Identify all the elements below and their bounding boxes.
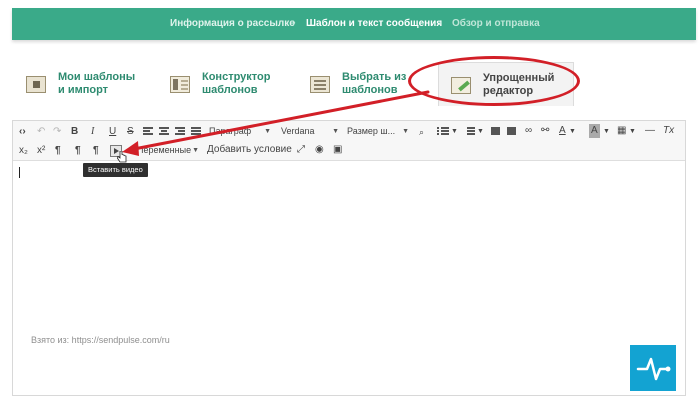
align-center-icon[interactable] — [159, 127, 169, 137]
undo-button[interactable]: ↶ — [37, 125, 45, 139]
constructor-icon — [168, 73, 192, 95]
rtl-button[interactable]: ¶ — [75, 144, 81, 158]
sendpulse-logo — [630, 345, 676, 391]
horizontal-rule-button[interactable]: — — [645, 124, 655, 138]
step-template-text[interactable]: Шаблон и текст сообщения — [306, 18, 442, 29]
template-list-icon — [308, 73, 332, 95]
tab-label: Мои шаблоны и импорт — [58, 71, 136, 96]
paragraph-select[interactable]: Параграф ▼ — [207, 124, 273, 139]
caret-down-icon[interactable]: ▼ — [451, 125, 458, 139]
outdent-icon[interactable] — [491, 127, 501, 137]
underline-button[interactable]: U — [109, 125, 116, 139]
clear-format-button[interactable]: Tx — [663, 124, 674, 138]
page-frame: Информация о рассылке › Шаблон и текст с… — [0, 0, 700, 405]
import-icon — [24, 73, 48, 95]
bold-button[interactable]: B — [71, 125, 78, 139]
align-justify-icon[interactable] — [191, 127, 201, 137]
editor-content-area[interactable]: Взято из: https://sendpulse.com/ru — [13, 162, 685, 395]
source-caption: Взято из: https://sendpulse.com/ru — [31, 335, 170, 345]
font-size-select[interactable]: Размер ш... ▼ — [345, 124, 411, 139]
tab-label: Выбрать из шаблонов — [342, 71, 407, 96]
find-icon[interactable]: ⌕ — [419, 125, 424, 139]
caret-down-icon: ▼ — [264, 128, 271, 135]
caret-down-icon: ▼ — [402, 128, 409, 135]
link-icon[interactable]: ∞ — [525, 124, 532, 138]
caret-down-icon: ▼ — [192, 147, 199, 154]
preview-eye-icon[interactable]: ◉ — [315, 143, 324, 157]
editor-toolbar: ‹› ↶ ↷ B I U S Параграф ▼ Verdana ▼ Разм… — [13, 121, 685, 161]
caret-down-icon[interactable]: ▼ — [603, 125, 610, 139]
superscript-button[interactable]: x² — [37, 144, 45, 158]
redo-button[interactable]: ↷ — [53, 125, 61, 139]
variables-select[interactable]: Переменные ▼ — [135, 143, 201, 158]
bullet-list-icon[interactable] — [437, 127, 451, 137]
font-family-select[interactable]: Verdana ▼ — [279, 124, 341, 139]
unlink-icon[interactable]: ⚯ — [541, 124, 549, 138]
tab-label: Конструктор шаблонов — [202, 71, 271, 96]
hand-cursor-icon — [117, 151, 127, 163]
caret-down-icon[interactable]: ▼ — [477, 125, 484, 139]
align-left-icon[interactable] — [143, 127, 153, 137]
chevron-right-icon: › — [438, 17, 442, 29]
caret-down-icon[interactable]: ▼ — [629, 125, 636, 139]
highlight-ellipse — [408, 56, 580, 106]
show-blocks-button[interactable]: ¶ — [93, 144, 99, 158]
chevron-right-icon: › — [292, 17, 296, 29]
align-right-icon[interactable] — [175, 127, 185, 137]
fullscreen-icon[interactable]: ⤢ — [297, 143, 305, 157]
editor-tabs: Мои шаблоны и импорт Конструктор шаблонов … — [12, 62, 684, 108]
subscript-button[interactable]: x₂ — [19, 144, 28, 158]
tab-my-templates[interactable]: Мои шаблоны и импорт — [24, 62, 154, 106]
tab-constructor[interactable]: Конструктор шаблонов — [168, 62, 298, 106]
add-condition-button[interactable]: Добавить условие — [207, 143, 292, 157]
caret-down-icon: ▼ — [332, 128, 339, 135]
step-review-send[interactable]: Обзор и отправка — [452, 18, 540, 29]
source-code-button[interactable]: ‹› — [19, 125, 26, 139]
italic-button[interactable]: I — [91, 125, 94, 139]
stepper-bar: Информация о рассылке › Шаблон и текст с… — [12, 8, 696, 40]
text-color-button[interactable]: A — [559, 124, 566, 138]
background-color-button[interactable]: A — [589, 124, 600, 138]
text-cursor — [19, 167, 20, 178]
strikethrough-button[interactable]: S — [127, 125, 134, 139]
table-icon[interactable]: ▦ — [617, 124, 626, 138]
step-campaign-info[interactable]: Информация о рассылке — [170, 18, 295, 29]
rich-text-editor: ‹› ↶ ↷ B I U S Параграф ▼ Verdana ▼ Разм… — [12, 120, 686, 396]
caret-down-icon[interactable]: ▼ — [569, 125, 576, 139]
numbered-list-icon[interactable] — [463, 127, 477, 137]
image-icon[interactable]: ▣ — [333, 143, 342, 157]
ltr-button[interactable]: ¶ — [55, 144, 61, 158]
indent-icon[interactable] — [507, 127, 517, 137]
